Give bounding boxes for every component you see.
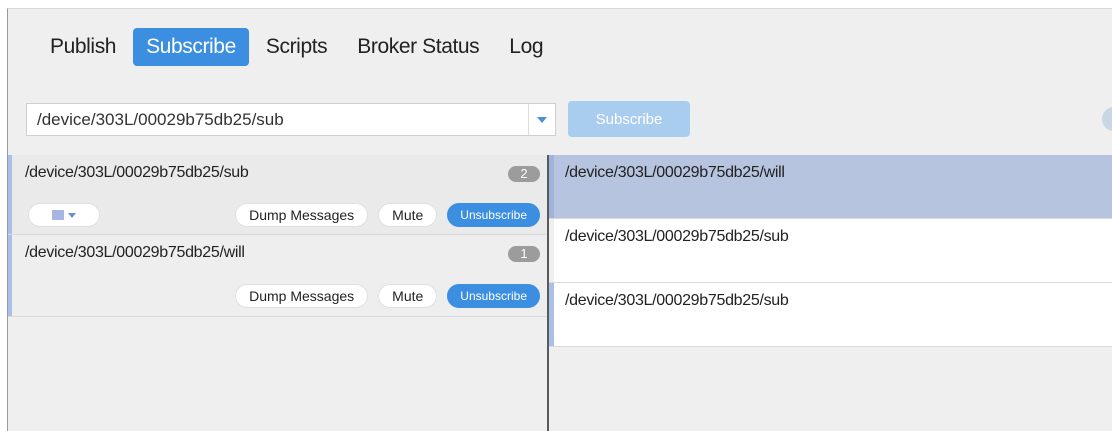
subscriptions-panel: /device/303L/00029b75db25/sub 2 Dump Mes… — [8, 155, 548, 431]
message-color-bar — [549, 283, 554, 346]
color-swatch-icon — [52, 210, 64, 220]
message-count-badge: 1 — [508, 246, 540, 262]
tab-scripts[interactable]: Scripts — [253, 28, 340, 66]
subscription-actions: Dump Messages Mute Unsubscribe — [235, 284, 540, 308]
topic-input[interactable] — [37, 104, 527, 135]
topic-combo[interactable] — [26, 103, 556, 136]
subscription-item[interactable]: /device/303L/00029b75db25/will 1 Dump Me… — [8, 235, 548, 317]
subscription-topic: /device/303L/00029b75db25/sub — [25, 164, 249, 181]
message-color-bar — [549, 155, 554, 218]
message-count-badge: 2 — [508, 166, 540, 182]
tab-publish[interactable]: Publish — [40, 28, 129, 66]
message-item[interactable]: /device/303L/00029b75db25/sub — [549, 283, 1112, 347]
tab-subscribe[interactable]: Subscribe — [133, 28, 249, 66]
subscribe-button[interactable]: Subscribe — [568, 101, 690, 137]
dump-messages-button[interactable]: Dump Messages — [235, 284, 369, 308]
message-topic: /device/303L/00029b75db25/sub — [565, 228, 789, 245]
unsubscribe-button[interactable]: Unsubscribe — [447, 284, 540, 308]
mute-button[interactable]: Mute — [378, 203, 438, 227]
main-tabs: Publish Subscribe Scripts Broker Status … — [40, 26, 560, 68]
message-topic: /device/303L/00029b75db25/sub — [565, 292, 789, 309]
subscription-color-bar — [8, 235, 12, 316]
unsubscribe-button[interactable]: Unsubscribe — [447, 203, 540, 227]
chevron-down-icon — [68, 212, 76, 218]
message-item[interactable]: /device/303L/00029b75db25/sub — [549, 219, 1112, 283]
message-color-bar — [549, 219, 554, 282]
subscription-topic: /device/303L/00029b75db25/will — [25, 244, 245, 261]
chevron-down-icon — [537, 116, 547, 123]
subscription-color-bar — [8, 155, 12, 234]
subscription-actions: Dump Messages Mute Unsubscribe — [235, 203, 540, 227]
dump-messages-button[interactable]: Dump Messages — [235, 203, 369, 227]
subscription-item[interactable]: /device/303L/00029b75db25/sub 2 Dump Mes… — [8, 155, 548, 235]
topic-dropdown-button[interactable] — [528, 104, 555, 135]
message-item[interactable]: /device/303L/00029b75db25/will — [549, 155, 1112, 219]
tab-broker-status[interactable]: Broker Status — [344, 28, 492, 66]
messages-panel: /device/303L/00029b75db25/will /device/3… — [549, 155, 1112, 431]
color-picker[interactable] — [28, 203, 100, 227]
message-topic: /device/303L/00029b75db25/will — [565, 164, 785, 181]
mute-button[interactable]: Mute — [378, 284, 438, 308]
tab-log[interactable]: Log — [496, 28, 556, 66]
